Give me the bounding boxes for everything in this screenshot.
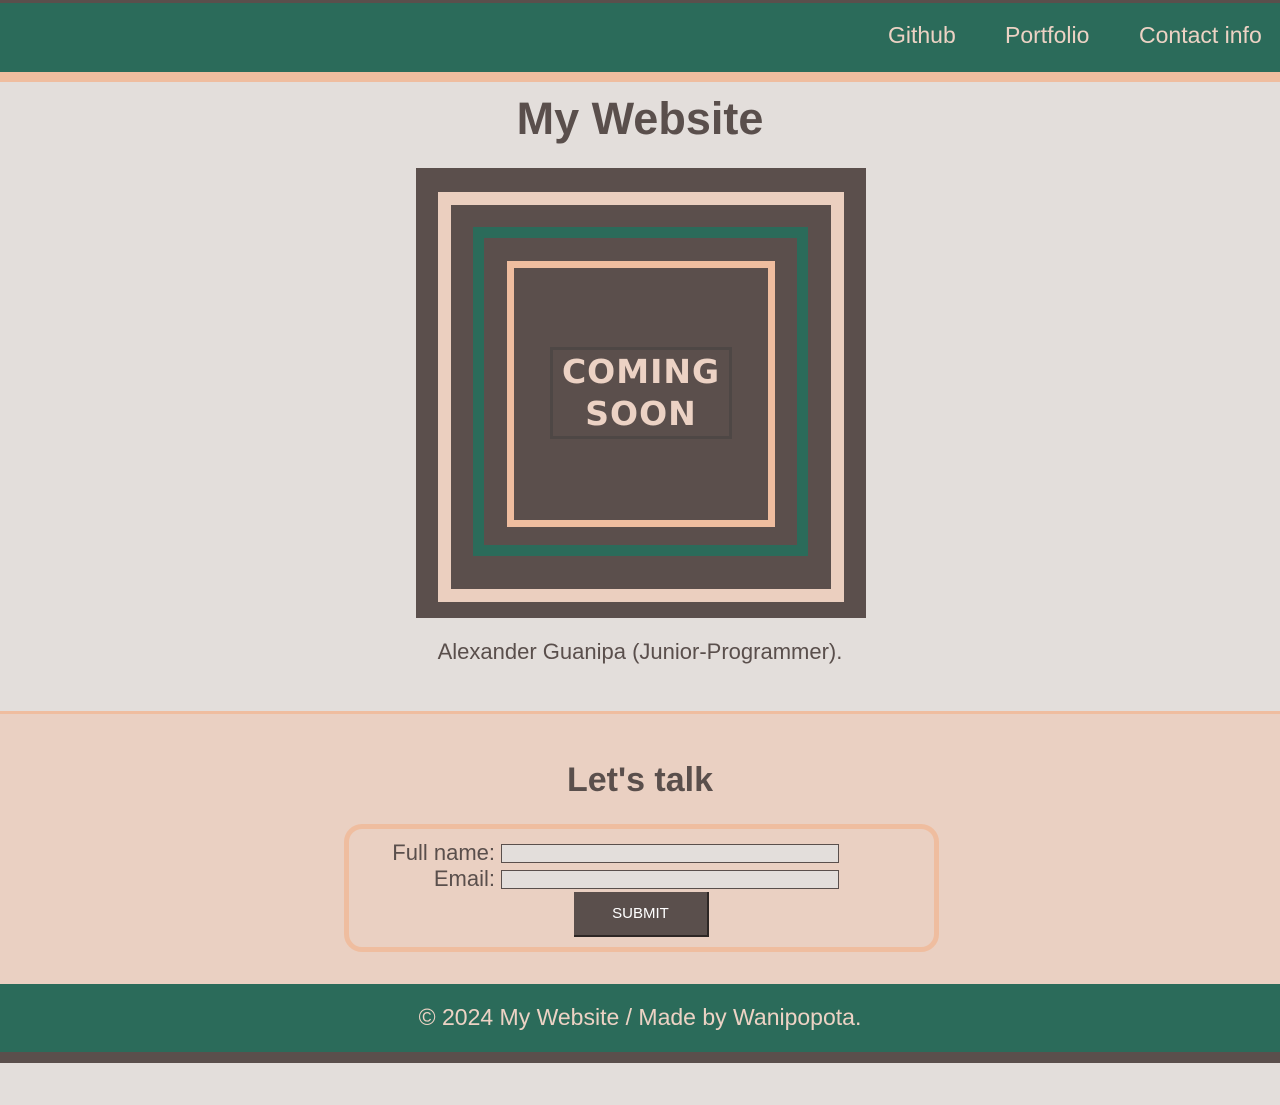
footer-text: © 2024 My Website / Made by Wanipopota. [418,1004,862,1030]
footer: © 2024 My Website / Made by Wanipopota. [0,984,1280,1052]
page-title: My Website [516,93,764,144]
navbar: Github Portfolio Contact info [0,3,1280,72]
contact-title: Let's talk [566,761,714,799]
coming-soon-line-2: SOON [585,394,697,433]
navbar-accent-stripe [0,72,1280,82]
email-input[interactable] [501,870,839,889]
footer-bottom-border [0,1052,1280,1063]
full-name-input[interactable] [501,844,839,863]
nav-link-portfolio[interactable]: Portfolio [1005,22,1089,49]
nav-link-contact-info[interactable]: Contact info [1139,22,1262,49]
full-name-label: Full name: [392,840,495,865]
email-label: Email: [433,866,495,891]
author-caption: Alexander Guanipa (Junior-Programmer). [437,639,843,664]
nav-link-github[interactable]: Github [888,22,956,49]
coming-soon-image: COMING SOON [416,168,866,618]
submit-button[interactable]: SUBMIT [574,892,709,937]
contact-form: Full name: Email: SUBMIT [344,824,939,952]
coming-soon-line-1: COMING [561,352,721,391]
coming-soon-label: COMING SOON [550,347,732,439]
contact-section: Let's talk Full name: Email: SUBMIT [0,711,1280,984]
